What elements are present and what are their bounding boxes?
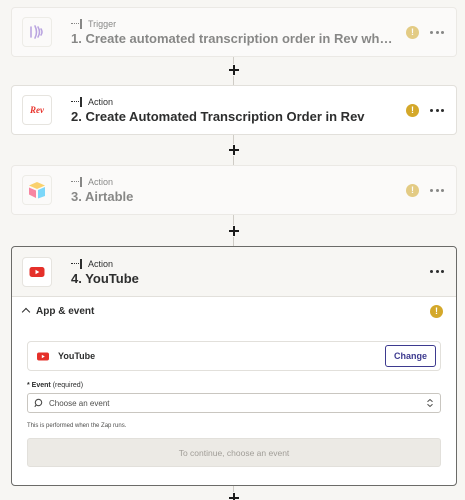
change-app-button[interactable]: Change — [385, 345, 436, 367]
app-event-section: YouTube Change * Event (required) Choose… — [12, 341, 456, 467]
event-select-placeholder: Choose an event — [49, 398, 110, 408]
more-icon[interactable] — [430, 103, 444, 117]
event-helper-text: This is performed when the Zap runs. — [27, 423, 127, 429]
app-tile-rev: Rev — [22, 95, 52, 125]
more-icon[interactable] — [430, 265, 444, 279]
plus-icon[interactable] — [228, 492, 240, 500]
more-icon[interactable] — [430, 183, 444, 197]
event-label: Event — [31, 382, 51, 389]
sort-icon — [427, 398, 433, 408]
trigger-kind-icon — [71, 19, 83, 29]
step-title: 1. Create automated transcription order … — [71, 31, 398, 46]
chevron-up-icon — [22, 307, 30, 315]
plus-icon[interactable] — [228, 64, 240, 76]
step-kind: Action — [71, 96, 398, 108]
continue-button[interactable]: To continue, choose an event — [27, 438, 441, 467]
app-event-section-toggle[interactable]: App & event ! — [12, 297, 456, 325]
step-title: 3. Airtable — [71, 189, 134, 204]
section-label: App & event — [36, 305, 95, 317]
warning-icon[interactable]: ! — [406, 103, 419, 117]
rev-logo-icon: Rev — [30, 105, 44, 115]
step-kind: Action — [71, 258, 419, 270]
youtube-logo-icon — [29, 266, 45, 277]
action-kind-icon — [71, 177, 83, 187]
app-tile-airtable — [22, 175, 52, 205]
youtube-step-header[interactable]: Action 4. YouTube — [12, 247, 456, 297]
step-kind-label: Trigger — [88, 19, 117, 29]
app-tile-rev-audio — [22, 17, 52, 47]
event-select[interactable]: Choose an event — [27, 393, 441, 413]
step-title: 4. YouTube — [71, 270, 139, 286]
selected-app-row: YouTube Change — [27, 341, 441, 371]
youtube-logo-icon — [37, 352, 49, 360]
event-field-label: * Event (required) — [27, 382, 441, 389]
step-kind: Trigger — [71, 18, 398, 30]
step-title: 2. Create Automated Transcription Order … — [71, 109, 365, 124]
step-kind-label: Action — [88, 177, 114, 187]
step-card-airtable[interactable]: Action 3. Airtable ! — [11, 165, 457, 215]
required-hint: (required) — [52, 382, 84, 389]
more-icon[interactable] — [430, 25, 444, 39]
step-card-youtube: Action 4. YouTube App & event ! YouTube … — [11, 246, 457, 486]
action-kind-icon — [71, 97, 83, 107]
warning-icon: ! — [430, 304, 443, 318]
airtable-logo-icon — [29, 182, 45, 199]
step-kind: Action — [71, 176, 398, 188]
plus-icon[interactable] — [228, 225, 240, 237]
action-kind-icon — [71, 258, 83, 269]
warning-icon[interactable]: ! — [406, 183, 419, 197]
step-card-rev-action[interactable]: Rev Action 2. Create Automated Transcrip… — [11, 85, 457, 135]
step-card-trigger[interactable]: Trigger 1. Create automated transcriptio… — [11, 7, 457, 57]
step-kind-label: Action — [88, 97, 114, 107]
search-icon — [34, 398, 43, 408]
plus-icon[interactable] — [228, 144, 240, 156]
app-tile-youtube — [22, 256, 52, 287]
audio-wave-icon — [30, 25, 43, 39]
selected-app-name: YouTube — [58, 351, 96, 361]
warning-icon[interactable]: ! — [406, 25, 419, 39]
step-kind-label: Action — [88, 258, 114, 269]
